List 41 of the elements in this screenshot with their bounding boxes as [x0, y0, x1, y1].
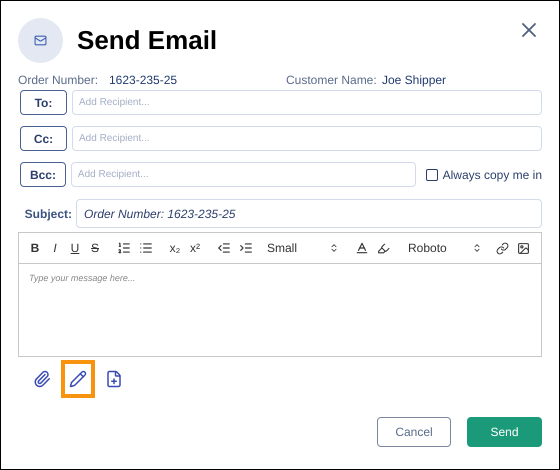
font-color-icon	[355, 241, 369, 255]
superscript-button[interactable]: x²	[185, 236, 205, 260]
customer-label: Customer Name:	[286, 72, 378, 89]
message-field[interactable]: Type your message here...	[18, 264, 542, 357]
updown-icon	[472, 243, 482, 253]
cancel-button[interactable]: Cancel	[377, 417, 451, 447]
dialog-title: Send Email	[77, 24, 218, 57]
recipient-type-button[interactable]: Bcc:	[20, 162, 66, 187]
size-select[interactable]: Small	[267, 239, 339, 257]
bold-button[interactable]: B	[25, 236, 45, 260]
link-icon	[496, 242, 509, 254]
underline-button[interactable]: U	[65, 236, 85, 260]
outdent-icon	[217, 241, 231, 255]
indent-icon	[239, 241, 253, 255]
send-button[interactable]: Send	[467, 417, 542, 447]
always-copy-checkbox[interactable]	[426, 168, 438, 180]
subject-label: Subject:	[24, 206, 72, 222]
strike-button[interactable]: S	[85, 236, 105, 260]
recipient-field[interactable]: Add Recipient...	[72, 90, 542, 115]
recipient-field[interactable]: Add Recipient...	[70, 162, 416, 187]
italic-button[interactable]: I	[45, 236, 65, 260]
image-icon	[517, 242, 530, 254]
recipient-type-button[interactable]: To:	[20, 90, 67, 115]
customer-value: Joe Shipper	[382, 72, 446, 89]
order-value: 1623-235-25	[109, 72, 178, 89]
signature-button[interactable]	[61, 360, 95, 398]
highlighter-icon	[377, 242, 390, 254]
always-copy-label: Always copy me in	[442, 166, 542, 184]
pencil-icon	[69, 370, 87, 388]
subscript-button[interactable]: x₂	[165, 236, 185, 260]
paperclip-icon	[33, 370, 51, 388]
bullet-list-icon	[139, 241, 153, 255]
updown-icon	[329, 243, 339, 253]
order-label: Order Number:	[18, 72, 100, 89]
file-plus-icon	[105, 370, 123, 388]
subject-field[interactable]: Order Number: 1623-235-25	[76, 199, 542, 228]
numbered-list-icon	[117, 241, 131, 255]
recipient-field[interactable]: Add Recipient...	[72, 126, 542, 151]
recipient-type-button[interactable]: Cc:	[20, 126, 67, 151]
font-select[interactable]: Roboto	[408, 239, 482, 257]
mail-icon	[34, 34, 47, 47]
